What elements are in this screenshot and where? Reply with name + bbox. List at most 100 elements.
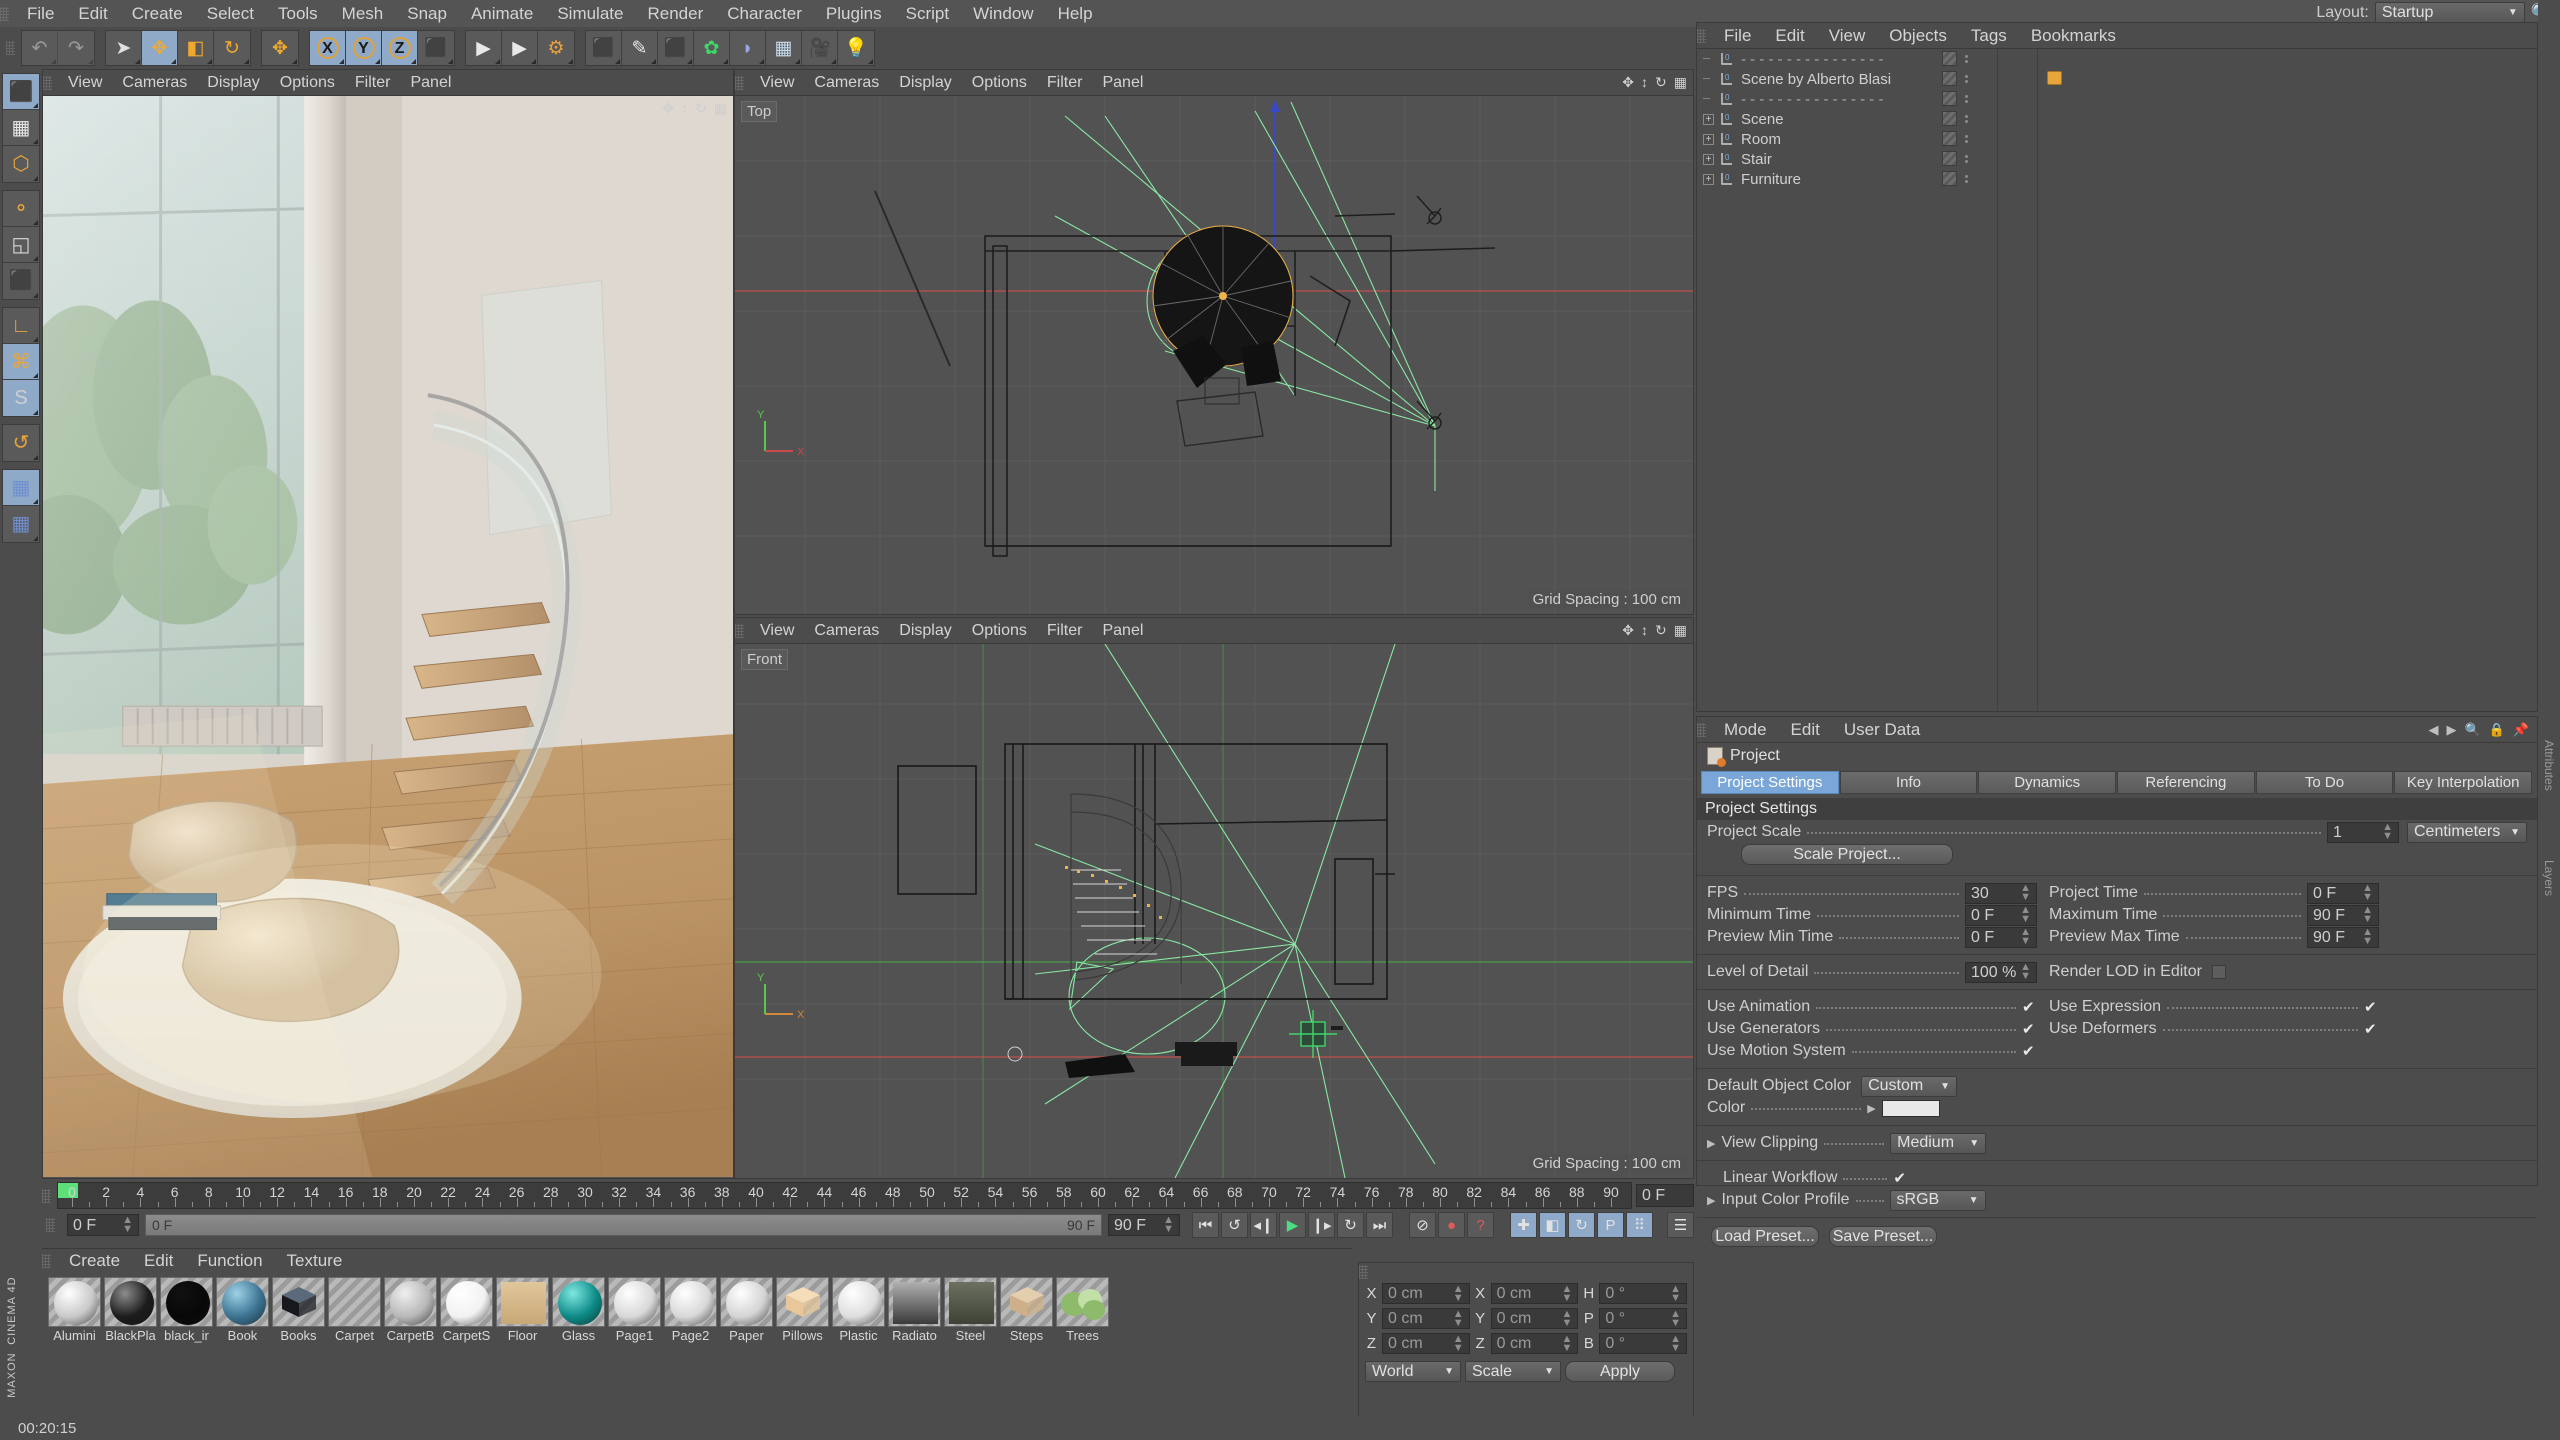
attr-tab-key-interpolation[interactable]: Key Interpolation — [2394, 771, 2533, 794]
timeline-end-frame-field[interactable]: 0 F — [1636, 1184, 1694, 1207]
deformer-icon[interactable]: ◗ — [730, 31, 766, 65]
expand-arrow-icon[interactable]: ▶ — [1707, 1137, 1715, 1150]
zoom-icon[interactable]: ↕ — [1641, 74, 1648, 91]
menu-item-animate[interactable]: Animate — [459, 1, 545, 27]
toggle-checkbox[interactable]: ✔ — [2364, 1000, 2379, 1015]
attr-nav-right-icon[interactable]: ▶ — [2446, 722, 2456, 738]
rotate-view-icon[interactable]: ↻ — [1655, 622, 1667, 639]
stepper-icon[interactable]: ▲ ▼ — [1670, 1283, 1681, 1303]
model-mode-icon[interactable]: ⬛ — [3, 74, 39, 110]
material-swatch[interactable] — [48, 1277, 101, 1327]
lod-input[interactable]: 100 % ▲ ▼ — [1965, 961, 2037, 983]
menu-item-create[interactable]: Create — [120, 1, 195, 27]
material-swatch[interactable] — [216, 1277, 269, 1327]
stepper-icon[interactable]: ▲ ▼ — [1670, 1333, 1681, 1353]
scale-icon[interactable]: ◧ — [178, 31, 214, 65]
move-alt-icon[interactable]: ✥ — [262, 31, 298, 65]
viewport-grip[interactable] — [735, 75, 744, 90]
rotation-key-icon[interactable]: ↻ — [1568, 1212, 1595, 1238]
attr-menu-mode[interactable]: Mode — [1712, 717, 1779, 743]
material-menu-create[interactable]: Create — [57, 1248, 132, 1274]
workplane-rotate-icon[interactable]: ▦ — [3, 506, 39, 542]
viewport-menu-cameras[interactable]: Cameras — [112, 70, 197, 96]
coordinate-input-position-y[interactable]: 0 cm ▲ ▼ — [1382, 1308, 1470, 1329]
timeline-options-icon[interactable]: ☰ — [1667, 1212, 1694, 1238]
front-viewport-body[interactable]: Y X Front Grid Spacing : 100 cm — [735, 644, 1693, 1178]
save-preset-button[interactable]: Save Preset... — [1829, 1226, 1937, 1247]
texture-mode-icon[interactable]: ▦ — [3, 110, 39, 146]
expand-arrow-icon[interactable]: ▶ — [1707, 1194, 1715, 1207]
material-manager-grip[interactable] — [42, 1254, 51, 1268]
autokey-icon[interactable]: ⊘ — [1409, 1212, 1436, 1238]
render-settings-icon[interactable]: ⚙ — [538, 31, 574, 65]
coordinate-input-size-z[interactable]: 0 cm ▲ ▼ — [1490, 1333, 1579, 1354]
expand-arrow-icon[interactable]: ▶ — [1867, 1102, 1875, 1115]
pan-icon[interactable]: ✥ — [1622, 74, 1634, 91]
move-icon[interactable]: ✥ — [142, 31, 178, 65]
preview-range-slider[interactable]: 0 F 90 F — [145, 1214, 1102, 1236]
viewport-menu-view[interactable]: View — [58, 70, 112, 96]
material-item[interactable]: Page1 — [608, 1277, 661, 1343]
menu-item-snap[interactable]: Snap — [395, 1, 459, 27]
field-input[interactable]: 0 F ▲ ▼ — [1965, 926, 2037, 948]
polygon-mode-icon[interactable]: ⬡ — [3, 146, 39, 182]
viewport-menu-cameras[interactable]: Cameras — [804, 618, 889, 644]
object-row-4[interactable]: +0 Room — [1697, 129, 2537, 149]
stepper-icon[interactable]: ▲ ▼ — [1453, 1283, 1464, 1303]
viewport-menu-filter[interactable]: Filter — [345, 70, 401, 96]
material-item[interactable]: Alumini — [48, 1277, 101, 1343]
material-swatch[interactable] — [1000, 1277, 1053, 1327]
step-back-keyframe-icon[interactable]: ↺ — [1221, 1212, 1248, 1238]
object-axis-icon[interactable]: ∟ — [3, 308, 39, 344]
field-input[interactable]: 30 ▲ ▼ — [1965, 882, 2037, 904]
rotate-view-icon[interactable]: ↻ — [695, 100, 707, 117]
field-input[interactable]: 0 F ▲ ▼ — [2307, 882, 2379, 904]
coordinate-input-size-y[interactable]: 0 cm ▲ ▼ — [1490, 1308, 1579, 1329]
project-scale-unit-dropdown[interactable]: Centimeters ▼ — [2407, 821, 2527, 843]
material-swatch[interactable] — [664, 1277, 717, 1327]
play-icon[interactable]: ▶ — [1279, 1212, 1306, 1238]
menu-item-help[interactable]: Help — [1046, 1, 1105, 27]
stepper-icon[interactable]: ▲ ▼ — [1163, 1215, 1174, 1235]
world-object-axis-icon[interactable]: ⬛ — [418, 31, 454, 65]
attr-lock-icon[interactable]: 🔒 — [2489, 722, 2505, 738]
object-display-tag-icon[interactable] — [1942, 151, 1957, 166]
attributes-dock-tab[interactable]: Attributes — [2542, 740, 2556, 791]
viewport-menu-panel[interactable]: Panel — [400, 70, 461, 96]
viewport-menu-options[interactable]: Options — [962, 70, 1037, 96]
default-object-color-dropdown[interactable]: Custom ▼ — [1861, 1075, 1958, 1097]
redo-icon[interactable]: ↷ — [58, 31, 94, 65]
material-item[interactable]: Plastic — [832, 1277, 885, 1343]
pan-icon[interactable]: ✥ — [1622, 622, 1634, 639]
attr-tab-to-do[interactable]: To Do — [2255, 771, 2394, 794]
material-swatch[interactable] — [328, 1277, 381, 1327]
material-item[interactable]: Radiato — [888, 1277, 941, 1343]
menu-item-render[interactable]: Render — [635, 1, 715, 27]
top-viewport[interactable]: View Cameras Display Options Filter Panel ✥ ↕… — [734, 69, 1694, 615]
workplane-lock-icon[interactable]: ▦ — [3, 470, 39, 506]
stepper-icon[interactable]: ▲ ▼ — [1561, 1333, 1572, 1353]
note-tag-icon[interactable] — [2047, 71, 2062, 85]
render-view-icon[interactable]: ▶ — [466, 31, 502, 65]
attr-tab-dynamics[interactable]: Dynamics — [1978, 771, 2117, 794]
maximize-view-icon[interactable]: ▦ — [1674, 622, 1687, 639]
object-manager-tree[interactable]: – 0 - - - - - - - - - - - - - - - - – 0 Scene… — [1697, 49, 2537, 713]
light-icon[interactable]: 💡 — [838, 31, 874, 65]
viewport-menu-options[interactable]: Options — [962, 618, 1037, 644]
object-menu-file[interactable]: File — [1712, 23, 1763, 49]
viewport-menu-panel[interactable]: Panel — [1092, 618, 1153, 644]
object-display-tag-icon[interactable] — [1942, 71, 1957, 86]
menubar-grip[interactable] — [0, 6, 9, 21]
view-clipping-dropdown[interactable]: Medium ▼ — [1890, 1132, 1987, 1154]
object-display-tag-icon[interactable] — [1942, 171, 1957, 186]
material-swatch[interactable] — [496, 1277, 549, 1327]
material-swatch[interactable] — [384, 1277, 437, 1327]
top-viewport-body[interactable]: Y X Top Grid Spacing : 100 cm — [735, 96, 1693, 614]
object-row-6[interactable]: +0 Furniture — [1697, 169, 2537, 189]
axis-x-icon[interactable]: X — [310, 31, 346, 65]
material-swatch[interactable] — [720, 1277, 773, 1327]
menu-item-window[interactable]: Window — [961, 1, 1045, 27]
material-swatch[interactable] — [888, 1277, 941, 1327]
stepper-icon[interactable]: ▲ ▼ — [2020, 962, 2031, 982]
input-color-profile-dropdown[interactable]: sRGB ▼ — [1889, 1189, 1986, 1211]
